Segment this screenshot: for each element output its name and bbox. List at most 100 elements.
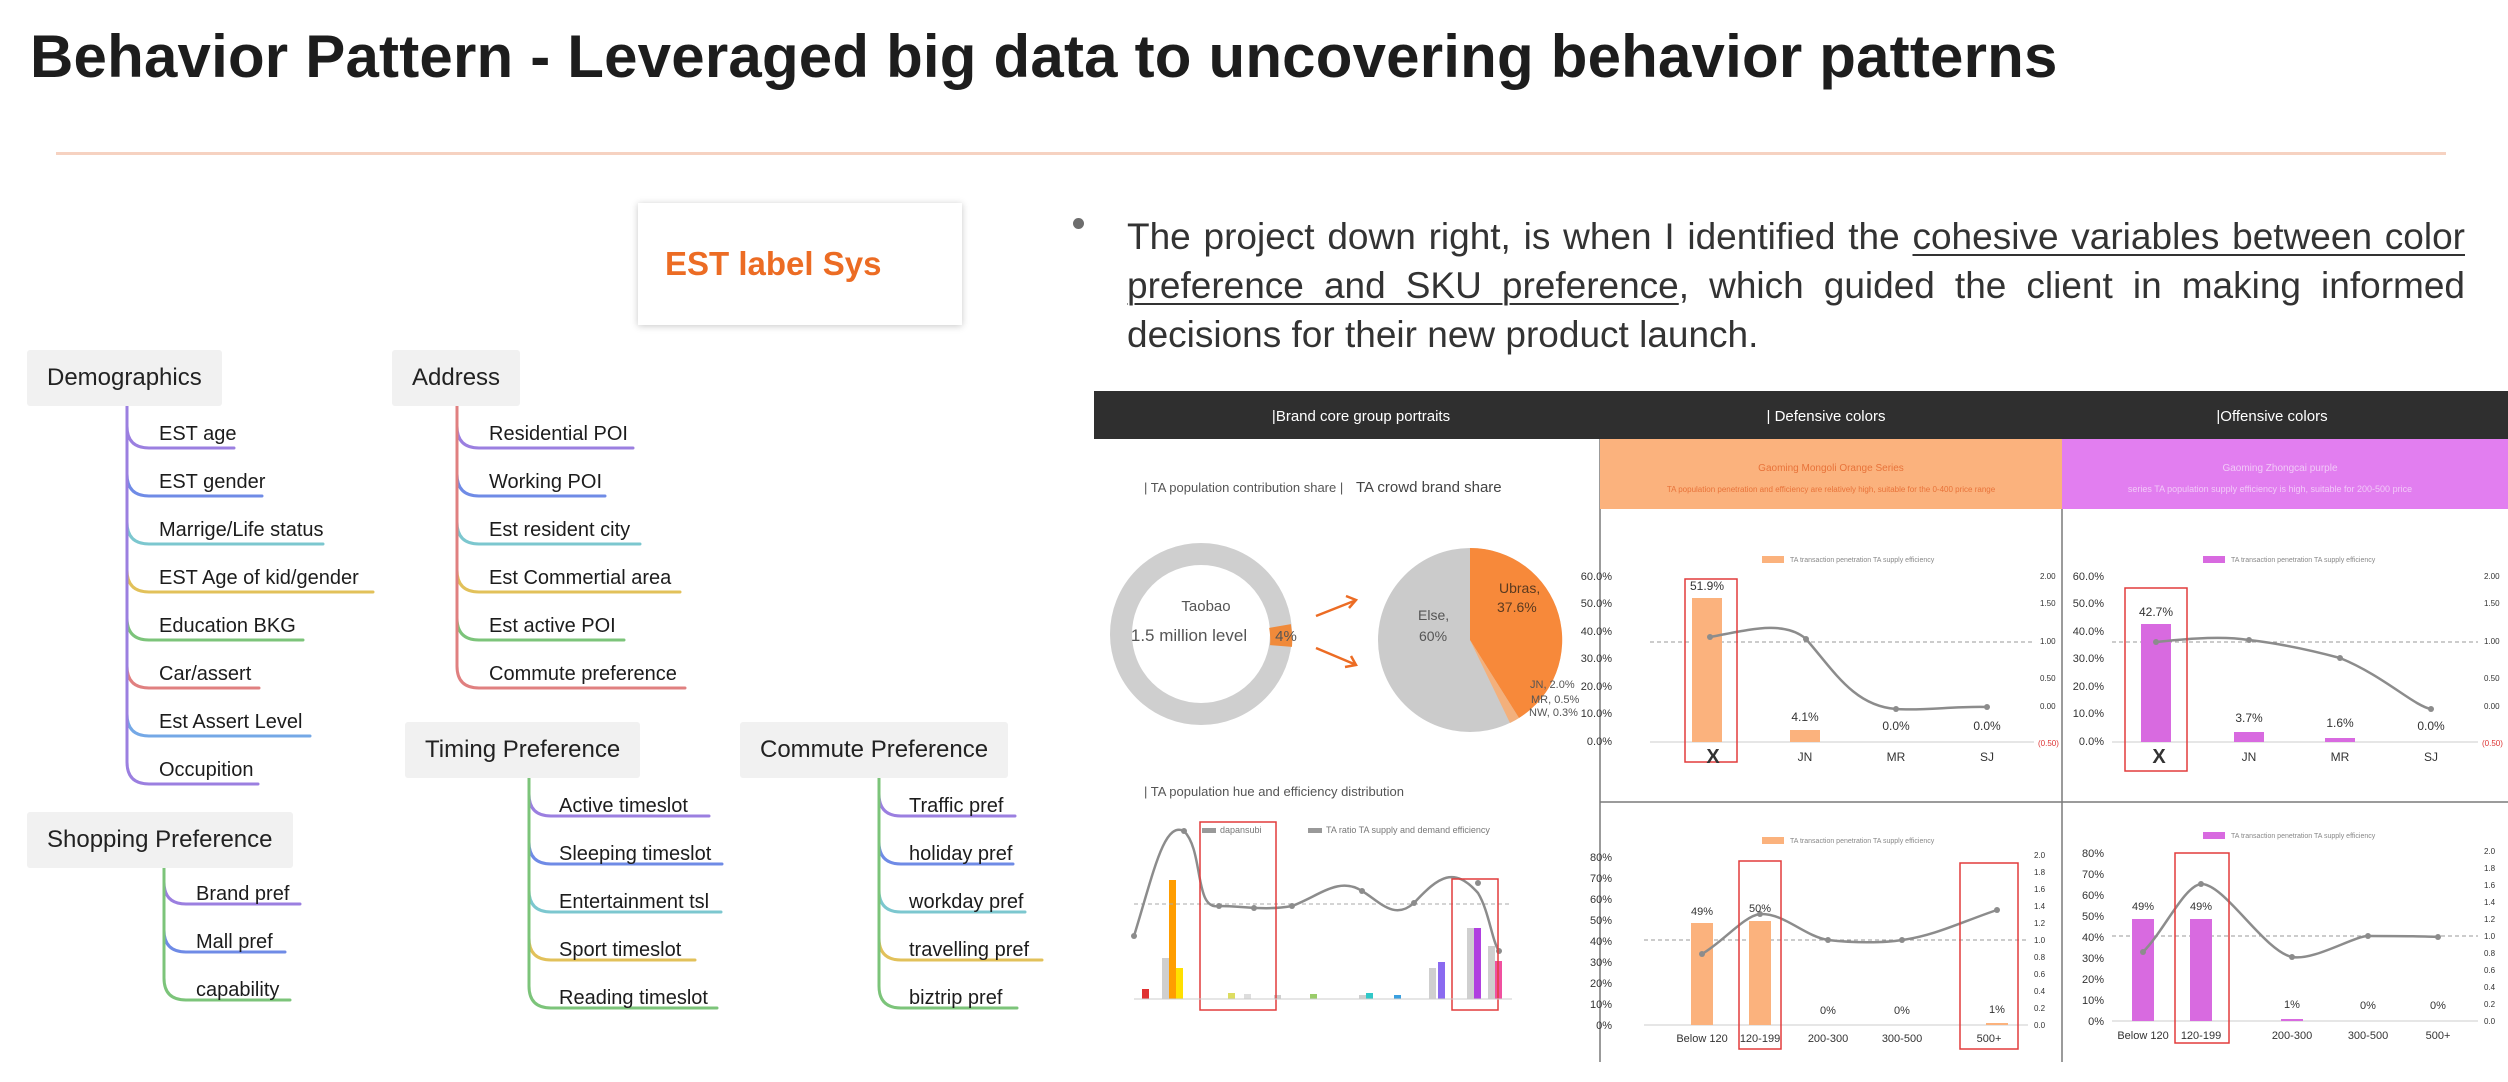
pie-label: Else, bbox=[1418, 607, 1449, 623]
pie-label: Ubras, bbox=[1499, 580, 1540, 596]
axis-tick: 20% bbox=[1590, 978, 1612, 990]
report-header-portraits: |Brand core group portraits bbox=[1272, 408, 1450, 425]
defensive-banner-subtitle: TA population penetration and efficiency… bbox=[1667, 485, 1996, 494]
axis-tick: 40.0% bbox=[1581, 626, 1612, 638]
axis-tick: 10.0% bbox=[2073, 708, 2104, 720]
axis-tick: 1.8 bbox=[2484, 864, 2496, 873]
tree-item: EST Age of kid/gender bbox=[159, 567, 359, 589]
axis-tick: 2.0 bbox=[2034, 851, 2046, 860]
brand-label: JN bbox=[1798, 750, 1813, 764]
portrait-subtitle-left: | TA population contribution share | bbox=[1144, 480, 1343, 495]
price-band-label: 200-300 bbox=[1808, 1033, 1848, 1045]
pie-label: NW, 0.3% bbox=[1529, 707, 1578, 719]
hue-chart-title: | TA population hue and efficiency distr… bbox=[1144, 784, 1404, 799]
tree-item: Mall pref bbox=[196, 931, 273, 953]
axis-tick: 1.4 bbox=[2484, 898, 2496, 907]
brand-label: MR bbox=[2331, 750, 2350, 764]
chart-legend: TA transaction penetration TA supply eff… bbox=[2231, 833, 2376, 840]
category-demographics: Demographics bbox=[27, 350, 222, 406]
category-commute-preference: Commute Preference bbox=[740, 722, 1009, 778]
axis-tick: 60% bbox=[1590, 894, 1612, 906]
tree-item: workday pref bbox=[909, 891, 1024, 913]
hue-legend: dapansubi bbox=[1220, 825, 1262, 835]
price-band-label: Below 120 bbox=[1676, 1033, 1727, 1045]
data-label: 0% bbox=[1894, 1005, 1910, 1017]
axis-tick: 1.8 bbox=[2034, 868, 2046, 877]
axis-tick: 0.0 bbox=[2034, 1021, 2046, 1030]
axis-tick: 30.0% bbox=[2073, 653, 2104, 665]
tree-item: Sleeping timeslot bbox=[559, 843, 712, 865]
donut-pct: 4% bbox=[1275, 628, 1297, 645]
chart-legend: TA transaction penetration TA supply eff… bbox=[2231, 557, 2376, 564]
chart-bar bbox=[1790, 730, 1820, 742]
axis-tick: 2.00 bbox=[2484, 572, 2500, 581]
tree-item: Traffic pref bbox=[909, 795, 1004, 817]
axis-tick: 0.4 bbox=[2034, 987, 2046, 996]
axis-tick: 0.6 bbox=[2034, 970, 2046, 979]
tree-item: Active timeslot bbox=[559, 795, 688, 817]
data-label: 4.1% bbox=[1791, 710, 1819, 724]
data-label: 1% bbox=[1989, 1004, 2005, 1016]
chart-legend: TA transaction penetration TA supply eff… bbox=[1790, 557, 1935, 564]
report-screenshot: |Brand core group portraits | Defensive … bbox=[1094, 391, 2508, 1062]
axis-tick: 0.8 bbox=[2484, 949, 2496, 958]
tree-item: biztrip pref bbox=[909, 987, 1003, 1009]
axis-tick: 30% bbox=[2082, 953, 2104, 965]
chart-bar bbox=[2325, 738, 2355, 742]
chart-bar bbox=[1986, 1023, 2008, 1025]
axis-tick: 0.0 bbox=[2484, 1017, 2496, 1026]
data-label: 49% bbox=[2190, 901, 2212, 913]
price-band-label: 300-500 bbox=[1882, 1033, 1922, 1045]
axis-tick: 50% bbox=[1590, 915, 1612, 927]
data-label: 0% bbox=[2430, 1000, 2446, 1012]
data-label: 3.7% bbox=[2235, 711, 2263, 725]
bullet-dot bbox=[1073, 218, 1084, 229]
category-shopping-preference: Shopping Preference bbox=[27, 812, 293, 868]
data-label: 0% bbox=[2360, 1000, 2376, 1012]
data-label: 1.6% bbox=[2326, 716, 2354, 730]
tree-item: Est Commertial area bbox=[489, 567, 672, 589]
brand-label: SJ bbox=[2424, 750, 2438, 764]
axis-tick: 1.50 bbox=[2484, 599, 2500, 608]
axis-tick: 20.0% bbox=[2073, 681, 2104, 693]
axis-tick: 80% bbox=[1590, 852, 1612, 864]
tree-item: Est resident city bbox=[489, 519, 631, 541]
price-band-label: 500+ bbox=[2426, 1030, 2451, 1042]
axis-tick: 60.0% bbox=[2073, 571, 2104, 583]
axis-tick: 50.0% bbox=[1581, 598, 1612, 610]
axis-tick: 0.2 bbox=[2484, 1000, 2496, 1009]
data-label: 0.0% bbox=[1973, 719, 2001, 733]
axis-tick: 0.00 bbox=[2484, 702, 2500, 711]
tree-item: EST age bbox=[159, 423, 237, 445]
price-band-label: 120-199 bbox=[1740, 1033, 1780, 1045]
data-label: 0.0% bbox=[1882, 719, 1910, 733]
tree-item: Sport timeslot bbox=[559, 939, 682, 961]
tree-item: Car/assert bbox=[159, 663, 252, 685]
axis-tick: 1.0 bbox=[2484, 932, 2496, 941]
tree-item: Commute preference bbox=[489, 663, 677, 685]
axis-tick: 0.0% bbox=[1587, 736, 1612, 748]
axis-tick: 1.00 bbox=[2484, 637, 2500, 646]
data-label: 1% bbox=[2284, 999, 2300, 1011]
axis-tick: 50% bbox=[2082, 911, 2104, 923]
axis-tick: 1.4 bbox=[2034, 902, 2046, 911]
report-header-defensive: | Defensive colors bbox=[1767, 408, 1886, 425]
brand-label: X bbox=[1706, 746, 1720, 768]
donut-label: 1.5 million level bbox=[1131, 626, 1247, 645]
brand-label: X bbox=[2152, 746, 2166, 768]
axis-tick: 60.0% bbox=[1581, 571, 1612, 583]
offensive-banner-title: Gaoming Zhongcai purple bbox=[2222, 463, 2338, 474]
axis-tick: 0.8 bbox=[2034, 953, 2046, 962]
axis-tick: 0.6 bbox=[2484, 966, 2496, 975]
tree-item: Residential POI bbox=[489, 423, 628, 445]
axis-tick: 20% bbox=[2082, 974, 2104, 986]
axis-tick: 1.6 bbox=[2034, 885, 2046, 894]
tree-item: capability bbox=[196, 979, 280, 1001]
price-band-label: 120-199 bbox=[2181, 1030, 2221, 1042]
axis-tick: 2.00 bbox=[2040, 572, 2056, 581]
axis-tick: 40.0% bbox=[2073, 626, 2104, 638]
axis-tick: 0.4 bbox=[2484, 983, 2496, 992]
defensive-banner bbox=[1600, 439, 2062, 509]
project-description: The project down right, is when I identi… bbox=[1127, 212, 2465, 359]
chart-bar bbox=[1692, 598, 1722, 742]
